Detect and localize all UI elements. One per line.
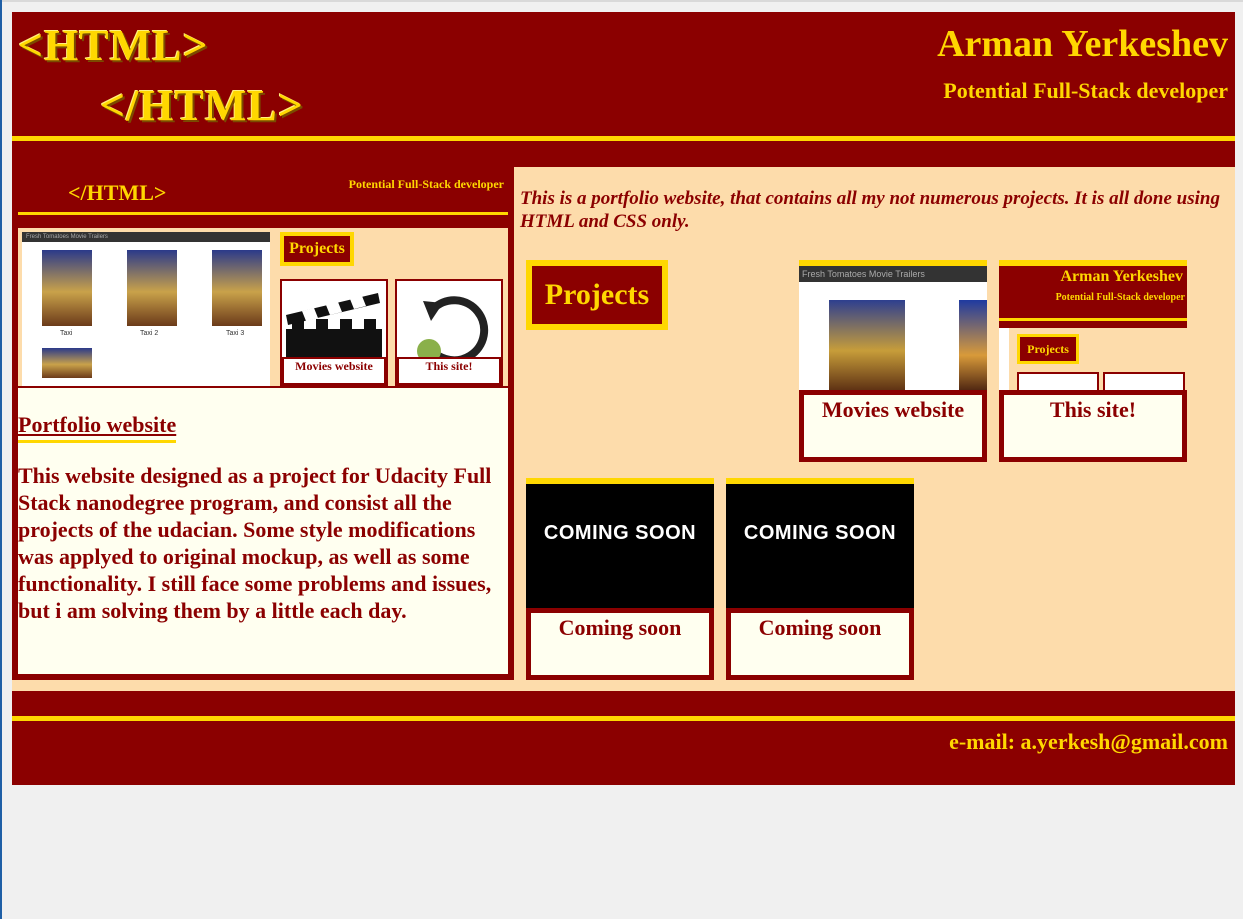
thumb-tile [1017, 372, 1099, 392]
project-card-coming-soon[interactable]: COMING SOON Coming soon [526, 478, 714, 680]
thumb-name: Arman Yerkeshev [1060, 268, 1184, 285]
movies-thumbnail[interactable]: Fresh Tomatoes Movie Trailers [799, 266, 987, 392]
logo-open-tag: <HTML> [18, 21, 209, 70]
site-footer: e-mail: a.yerkesh@gmail.com [12, 721, 1235, 785]
thumb-header: Arman Yerkeshev Potential Full-Stack dev… [999, 266, 1187, 318]
window-left-edge [0, 0, 2, 919]
preview-shot-bar: Fresh Tomatoes Movie Trailers [22, 232, 270, 242]
header-strip [12, 141, 1235, 167]
poster-image [127, 250, 177, 326]
card-caption[interactable]: Coming soon [726, 608, 914, 680]
preview-tile-movies: Movies website [280, 279, 388, 386]
clapperboard-icon [286, 293, 382, 361]
footer-email[interactable]: e-mail: a.yerkesh@gmail.com [949, 729, 1228, 755]
preview-tile-this-site: This site! [395, 279, 503, 386]
preview-tile-caption: Movies website [282, 357, 386, 385]
coming-soon-image[interactable]: COMING SOON [526, 484, 714, 610]
project-card-this-site[interactable]: Arman Yerkeshev Potential Full-Stack dev… [999, 260, 1187, 462]
preview-strip [18, 215, 508, 228]
poster-label: Taxi [60, 330, 73, 337]
thumb-shot-edge [999, 328, 1009, 392]
preview-projects-badge: Projects [280, 232, 354, 266]
coming-soon-image[interactable]: COMING SOON [726, 484, 914, 610]
poster-image [829, 300, 905, 392]
project-card-movies[interactable]: Fresh Tomatoes Movie Trailers Movies web… [799, 260, 987, 462]
portfolio-description: Portfolio website This website designed … [18, 388, 508, 674]
poster-image [212, 250, 262, 326]
portfolio-description-text: This website designed as a project for U… [18, 463, 492, 623]
poster-label: Taxi 3 [226, 330, 245, 337]
project-card-coming-soon[interactable]: COMING SOON Coming soon [726, 478, 914, 680]
poster-image [42, 250, 92, 326]
preview-logo: </HTML> [68, 180, 167, 205]
portfolio-preview-image[interactable]: </HTML> Potential Full-Stack developer F… [18, 174, 508, 386]
owner-role: Potential Full-Stack developer [943, 78, 1228, 103]
card-caption[interactable]: This site! [999, 390, 1187, 462]
thumb-role: Potential Full-Stack developer [1055, 292, 1185, 303]
owner-name: Arman Yerkeshev [937, 23, 1228, 65]
card-caption[interactable]: Movies website [799, 390, 987, 462]
intro-text: This is a portfolio website, that contai… [520, 188, 1220, 232]
thumb-strip [999, 321, 1187, 328]
thumb-projects-badge: Projects [1017, 334, 1079, 364]
site-header: <HTML> </HTML> Arman Yerkeshev Potential… [12, 12, 1235, 136]
poster-label: Taxi 2 [140, 330, 159, 337]
logo-close-tag: </HTML> [100, 81, 304, 130]
this-site-thumbnail[interactable]: Arman Yerkeshev Potential Full-Stack dev… [999, 266, 1187, 392]
poster-image [42, 348, 92, 378]
preview-role: Potential Full-Stack developer [348, 177, 504, 191]
preview-header: </HTML> Potential Full-Stack developer [18, 174, 508, 212]
footer-strip [12, 691, 1235, 716]
movies-thumb-bar: Fresh Tomatoes Movie Trailers [799, 266, 987, 282]
card-caption[interactable]: Coming soon [526, 608, 714, 680]
preview-movies-screenshot: Fresh Tomatoes Movie Trailers Taxi Taxi … [22, 232, 270, 386]
reload-icon [417, 296, 489, 365]
projects-heading: Projects [526, 260, 668, 330]
thumb-tile [1103, 372, 1185, 392]
preview-tile-caption: This site! [397, 357, 501, 385]
window-top-edge [0, 0, 1243, 2]
portfolio-title-link[interactable]: Portfolio website [18, 412, 177, 443]
poster-image [959, 300, 987, 392]
